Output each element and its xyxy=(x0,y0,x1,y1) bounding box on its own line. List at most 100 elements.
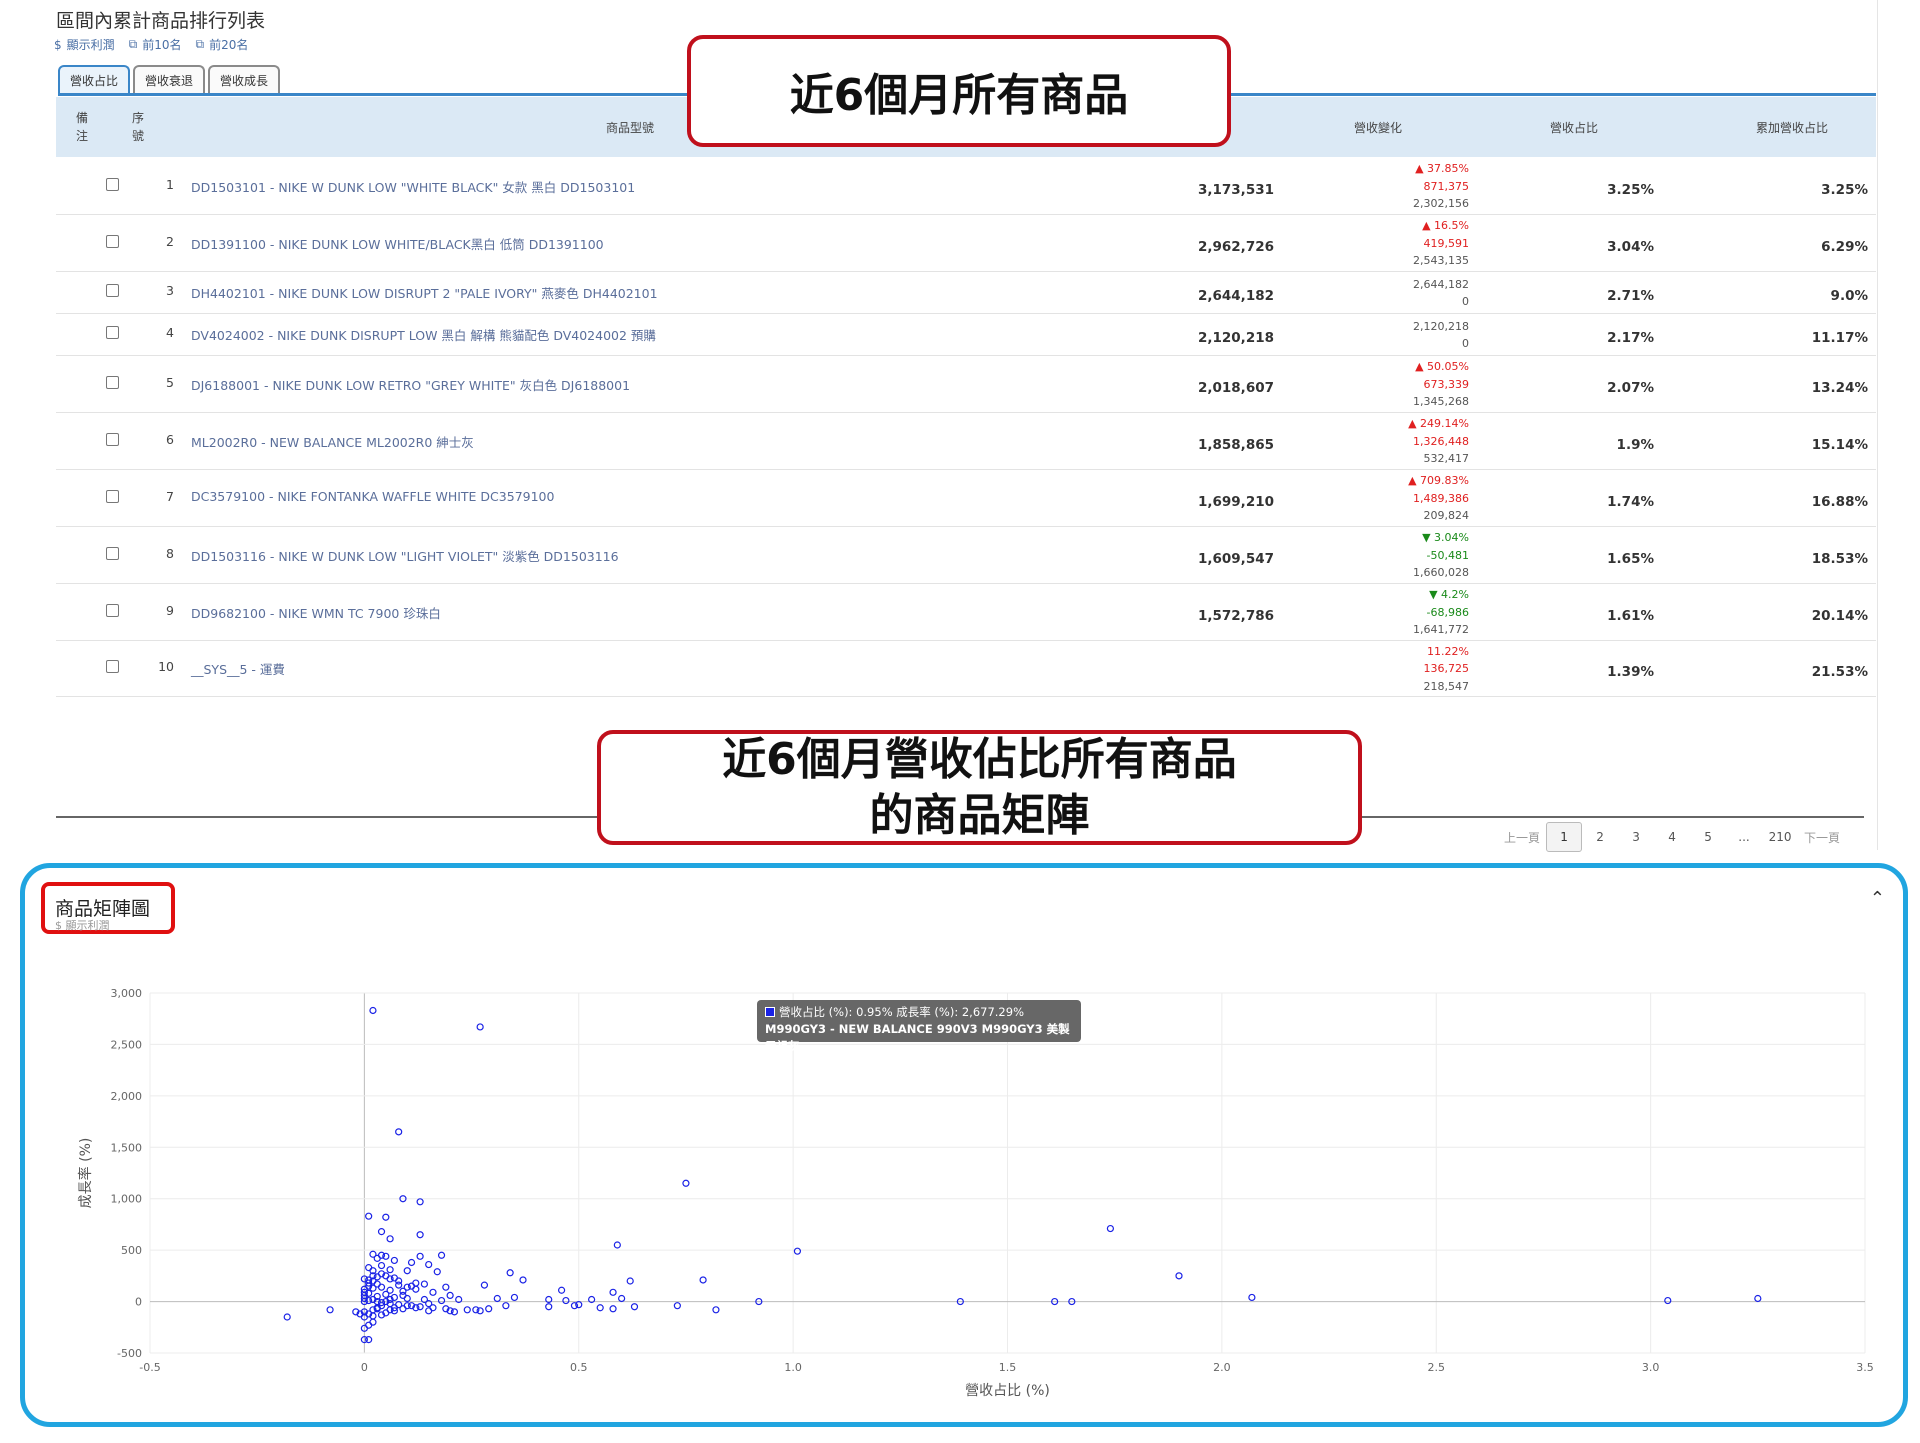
scatter-point[interactable] xyxy=(613,1241,621,1249)
scatter-point[interactable] xyxy=(519,1276,527,1284)
product-link[interactable]: DJ6188001 - NIKE DUNK LOW RETRO "GREY WH… xyxy=(191,375,630,394)
product-link[interactable]: DD1503101 - NIKE W DUNK LOW "WHITE BLACK… xyxy=(191,177,635,196)
scatter-point[interactable] xyxy=(365,1336,373,1344)
scatter-point[interactable] xyxy=(437,1251,446,1259)
scatter-point[interactable] xyxy=(416,1198,424,1206)
top10-link[interactable]: ⧉ 前10名 xyxy=(129,36,182,53)
product-link[interactable]: ML2002R0 - NEW BALANCE ML2002R0 紳士灰 xyxy=(191,432,474,451)
scatter-point[interactable] xyxy=(399,1305,407,1313)
scatter-point[interactable] xyxy=(326,1306,334,1314)
scatter-point[interactable] xyxy=(399,1291,407,1299)
scatter-point[interactable] xyxy=(373,1280,381,1288)
scatter-point[interactable] xyxy=(626,1277,634,1285)
row-checkbox[interactable] xyxy=(106,284,119,297)
scatter-point[interactable] xyxy=(476,1023,484,1031)
scatter-point[interactable] xyxy=(369,1006,377,1015)
scatter-point[interactable] xyxy=(699,1276,707,1284)
scatter-point[interactable] xyxy=(442,1283,450,1291)
product-link[interactable]: DC3579100 - NIKE FONTANKA WAFFLE WHITE D… xyxy=(191,489,554,504)
scatter-point[interactable] xyxy=(395,1128,403,1136)
scatter-point[interactable] xyxy=(463,1306,471,1314)
scatter-point[interactable] xyxy=(420,1280,428,1288)
scatter-point[interactable] xyxy=(1175,1272,1183,1280)
scatter-point[interactable] xyxy=(510,1293,519,1302)
scatter-point[interactable] xyxy=(1248,1293,1256,1302)
scatter-point[interactable] xyxy=(395,1281,403,1289)
scatter-point[interactable] xyxy=(433,1268,441,1276)
product-link[interactable]: DV4024002 - NIKE DUNK DISRUPT LOW 黑白 解構 … xyxy=(191,325,656,344)
scatter-point[interactable] xyxy=(386,1266,394,1274)
scatter-point[interactable] xyxy=(425,1307,433,1315)
scatter-point[interactable] xyxy=(377,1228,386,1236)
scatter-point[interactable] xyxy=(596,1304,604,1312)
page-3-button[interactable]: 3 xyxy=(1618,822,1654,852)
matrix-show-profit-link[interactable]: $ 顯示利潤 xyxy=(55,917,110,933)
page-210-button[interactable]: 210 xyxy=(1762,822,1798,852)
page-5-button[interactable]: 5 xyxy=(1690,822,1726,852)
scatter-point[interactable] xyxy=(682,1179,690,1187)
top20-link[interactable]: ⧉ 前20名 xyxy=(196,36,249,53)
product-link[interactable]: DD9682100 - NIKE WMN TC 7900 珍珠白 xyxy=(191,603,441,622)
scatter-point[interactable] xyxy=(412,1285,420,1293)
prev-page-button[interactable]: 上一頁 xyxy=(1498,822,1546,852)
scatter-point[interactable] xyxy=(407,1258,416,1267)
row-checkbox[interactable] xyxy=(106,326,119,339)
page-4-button[interactable]: 4 xyxy=(1654,822,1690,852)
scatter-point[interactable] xyxy=(485,1305,493,1313)
scatter-point[interactable] xyxy=(609,1288,617,1296)
scatter-point[interactable] xyxy=(506,1269,514,1277)
row-checkbox[interactable] xyxy=(106,432,119,446)
scatter-point[interactable] xyxy=(545,1303,553,1311)
next-page-button[interactable]: 下一頁 xyxy=(1798,822,1846,852)
scatter-point[interactable] xyxy=(377,1261,386,1270)
scatter-point[interactable] xyxy=(493,1294,501,1303)
scatter-point[interactable] xyxy=(562,1296,570,1305)
row-checkbox[interactable] xyxy=(106,489,119,503)
scatter-point[interactable] xyxy=(437,1296,446,1305)
scatter-point[interactable] xyxy=(365,1321,373,1329)
scatter-point[interactable] xyxy=(412,1279,420,1287)
scatter-point[interactable] xyxy=(373,1254,381,1262)
scatter-point[interactable] xyxy=(382,1290,390,1298)
scatter-point[interactable] xyxy=(403,1294,411,1303)
scatter-point[interactable] xyxy=(502,1302,510,1310)
scatter-point[interactable] xyxy=(1754,1294,1762,1303)
scatter-point[interactable] xyxy=(403,1302,411,1310)
scatter-point[interactable] xyxy=(403,1267,411,1275)
scatter-point[interactable] xyxy=(283,1313,291,1321)
scatter-point[interactable] xyxy=(425,1260,433,1269)
scatter-point[interactable] xyxy=(1106,1224,1115,1233)
tab-revenue-share[interactable]: 營收占比 xyxy=(58,65,131,94)
scatter-point[interactable] xyxy=(369,1318,377,1326)
scatter-point[interactable] xyxy=(558,1286,566,1294)
page-1-button[interactable]: 1 xyxy=(1546,822,1583,852)
tab-revenue-growth[interactable]: 營收成長 xyxy=(208,65,281,94)
product-link[interactable]: __SYS__5 - 運費 xyxy=(191,659,285,678)
product-link[interactable]: DH4402101 - NIKE DUNK LOW DISRUPT 2 "PAL… xyxy=(191,283,658,302)
chevron-up-icon[interactable]: ⌃ xyxy=(1870,888,1885,909)
scatter-point[interactable] xyxy=(630,1303,639,1311)
product-link[interactable]: DD1391100 - NIKE DUNK LOW WHITE/BLACK黑白 … xyxy=(191,234,604,253)
scatter-point[interactable] xyxy=(416,1252,424,1260)
scatter-point[interactable] xyxy=(377,1283,386,1291)
scatter-point[interactable] xyxy=(480,1281,489,1289)
scatter-point[interactable] xyxy=(390,1256,398,1265)
scatter-point[interactable] xyxy=(416,1231,424,1239)
scatter-point[interactable] xyxy=(446,1291,454,1299)
row-checkbox[interactable] xyxy=(106,375,119,389)
row-checkbox[interactable] xyxy=(106,177,119,191)
tab-revenue-decline[interactable]: 營收衰退 xyxy=(133,65,206,94)
page-2-button[interactable]: 2 xyxy=(1582,822,1618,852)
row-checkbox[interactable] xyxy=(106,660,119,673)
scatter-point[interactable] xyxy=(609,1305,617,1313)
scatter-point[interactable] xyxy=(618,1294,626,1303)
scatter-point[interactable] xyxy=(793,1247,802,1255)
scatter-point[interactable] xyxy=(386,1235,394,1243)
show-profit-link[interactable]: $ 顯示利潤 xyxy=(54,36,115,53)
scatter-point[interactable] xyxy=(673,1302,681,1310)
scatter-point[interactable] xyxy=(429,1288,437,1296)
scatter-point[interactable] xyxy=(365,1264,373,1272)
row-checkbox[interactable] xyxy=(106,546,119,560)
scatter-point[interactable] xyxy=(1664,1296,1672,1305)
row-checkbox[interactable] xyxy=(106,603,119,617)
